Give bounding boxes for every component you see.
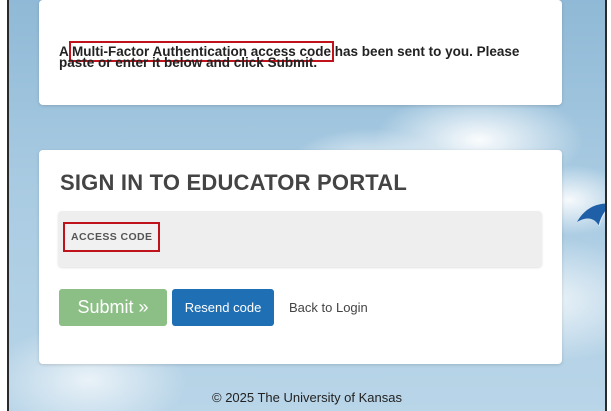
- back-to-login-link[interactable]: Back to Login: [289, 300, 368, 315]
- mfa-message: A Multi-Factor Authentication access cod…: [59, 41, 549, 74]
- mfa-message-panel: A Multi-Factor Authentication access cod…: [39, 0, 562, 105]
- kite-icon: [577, 203, 605, 227]
- copyright-footer: © 2025 The University of Kansas: [212, 390, 402, 405]
- sign-in-panel: SIGN IN TO EDUCATOR PORTAL ACCESS CODE S…: [39, 150, 562, 364]
- access-code-label: ACCESS CODE: [63, 222, 161, 252]
- mfa-line2-submit: Submit: [267, 55, 314, 70]
- mfa-line2-text: paste or enter it below and click: [59, 55, 268, 70]
- access-code-field[interactable]: ACCESS CODE: [58, 211, 542, 267]
- page-title: SIGN IN TO EDUCATOR PORTAL: [60, 170, 408, 195]
- resend-code-button[interactable]: Resend code: [172, 289, 274, 326]
- page-background: A Multi-Factor Authentication access cod…: [7, 0, 607, 411]
- mfa-message-line2: paste or enter it below and click Submit…: [59, 55, 317, 70]
- mfa-line2-end: .: [313, 55, 318, 70]
- mfa-message-suffix: has been sent to you. Please: [331, 44, 520, 59]
- submit-button[interactable]: Submit »: [59, 289, 167, 326]
